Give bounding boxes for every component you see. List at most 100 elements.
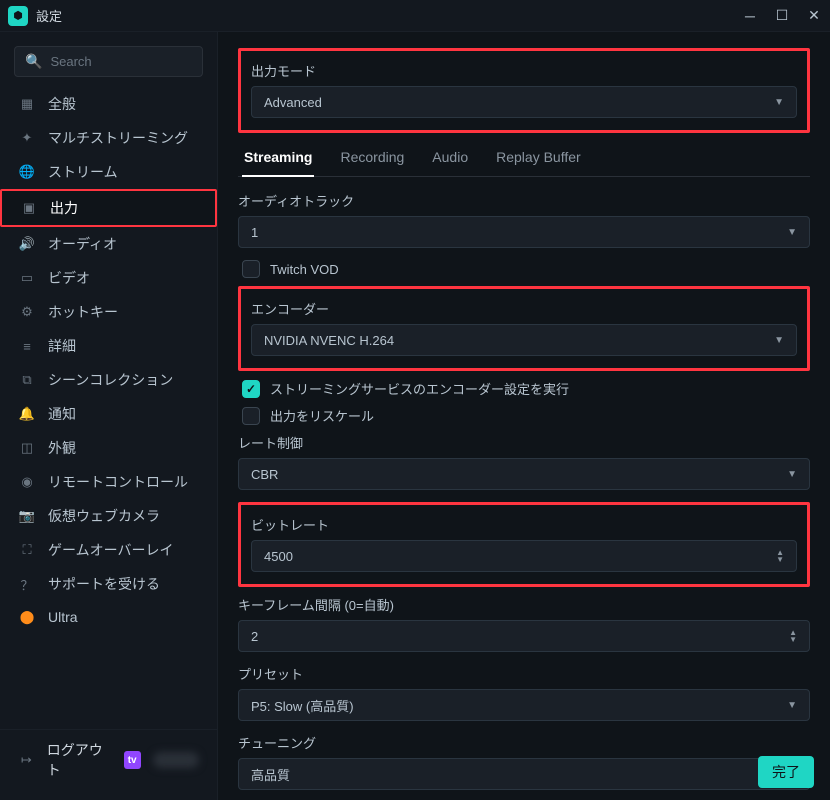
encoder-select[interactable]: NVIDIA NVENC H.264 ▼ [251,324,797,356]
sidebar-item-notifications[interactable]: 🔔 通知 [0,397,217,431]
sidebar-item-label: 全般 [48,94,76,114]
enforce-encoder-checkbox[interactable]: ✓ [242,380,260,398]
output-icon: ▣ [20,199,38,217]
sidebar-item-advanced[interactable]: ≡ 詳細 [0,329,217,363]
sidebar: 🔍 ▦ 全般 ✦ マルチストリーミング 🌐 ストリーム ▣ 出力 🔊 オー [0,32,218,800]
logout-label[interactable]: ログアウト [47,740,112,780]
scene-icon: ⧉ [18,371,36,389]
stepper-icon[interactable]: ▲▼ [789,629,797,643]
output-mode-value: Advanced [264,95,322,110]
rate-control-label: レート制御 [238,433,810,452]
sidebar-item-output[interactable]: ▣ 出力 [0,189,217,227]
output-mode-label: 出力モード [251,61,797,80]
preset-select[interactable]: P5: Slow (高品質) ▼ [238,689,810,721]
keyframe-label: キーフレーム間隔 (0=自動) [238,595,810,614]
sidebar-item-label: ビデオ [48,268,90,288]
sidebar-item-virtualcam[interactable]: 📷 仮想ウェブカメラ [0,499,217,533]
search-input[interactable] [50,54,192,69]
sidebar-item-label: シーンコレクション [48,370,173,390]
sidebar-item-general[interactable]: ▦ 全般 [0,87,217,121]
bell-icon: 🔔 [18,405,36,423]
bitrate-section: ビットレート 4500 ▲▼ [238,502,810,587]
sidebar-item-appearance[interactable]: ◫ 外観 [0,431,217,465]
rate-control-value: CBR [251,467,278,482]
gear-icon: ⚙ [18,303,36,321]
sidebar-item-hotkeys[interactable]: ⚙ ホットキー [0,295,217,329]
encoder-section: エンコーダー NVIDIA NVENC H.264 ▼ [238,286,810,371]
bitrate-input[interactable]: 4500 ▲▼ [251,540,797,572]
close-button[interactable]: ✕ [806,8,822,24]
tuning-section: チューニング 高品質 ▼ [238,733,810,790]
sidebar-item-label: 出力 [50,198,78,218]
audio-track-select[interactable]: 1 ▼ [238,216,810,248]
remote-icon: ◉ [18,473,36,491]
sidebar-item-support[interactable]: ？ サポートを受ける [0,567,217,601]
audio-icon: 🔊 [18,235,36,253]
overlay-icon: ⛶ [18,541,36,559]
sidebar-item-multistream[interactable]: ✦ マルチストリーミング [0,121,217,155]
stepper-icon[interactable]: ▲▼ [776,549,784,563]
tab-replay-buffer[interactable]: Replay Buffer [494,141,583,177]
done-button[interactable]: 完了 [758,756,814,788]
output-tabs: Streaming Recording Audio Replay Buffer [238,141,810,177]
twitch-vod-row[interactable]: Twitch VOD [238,260,810,278]
username-redacted [153,752,199,768]
keyframe-input[interactable]: 2 ▲▼ [238,620,810,652]
tab-audio[interactable]: Audio [430,141,470,177]
sidebar-item-video[interactable]: ▭ ビデオ [0,261,217,295]
sidebar-item-stream[interactable]: 🌐 ストリーム [0,155,217,189]
sidebar-item-audio[interactable]: 🔊 オーディオ [0,227,217,261]
rescale-row[interactable]: 出力をリスケール [238,406,810,425]
sidebar-item-label: ゲームオーバーレイ [48,540,173,560]
chevron-down-icon: ▼ [787,227,797,238]
help-icon: ？ [18,575,36,593]
sidebar-item-label: 仮想ウェブカメラ [48,506,160,526]
window-title: 設定 [36,6,742,25]
rescale-checkbox[interactable] [242,407,260,425]
audio-track-value: 1 [251,225,258,240]
sidebar-item-label: 詳細 [48,336,76,356]
tuning-select[interactable]: 高品質 ▼ [238,758,810,790]
preset-value: P5: Slow (高品質) [251,696,354,715]
search-box[interactable]: 🔍 [14,46,203,77]
camera-icon: 📷 [18,507,36,525]
search-icon: 🔍 [25,53,42,70]
sidebar-item-remote[interactable]: ◉ リモートコントロール [0,465,217,499]
maximize-button[interactable]: ☐ [774,8,790,24]
rate-control-select[interactable]: CBR ▼ [238,458,810,490]
logout-icon: ↦ [18,751,35,769]
sidebar-item-overlay[interactable]: ⛶ ゲームオーバーレイ [0,533,217,567]
sidebar-footer: ↦ ログアウト tv [0,729,217,790]
list-icon: ≡ [18,337,36,355]
chevron-down-icon: ▼ [787,700,797,711]
sidebar-items: ▦ 全般 ✦ マルチストリーミング 🌐 ストリーム ▣ 出力 🔊 オーディオ ▭ [0,87,217,729]
sidebar-item-label: ストリーム [48,162,118,182]
bitrate-label: ビットレート [251,515,797,534]
audio-track-label: オーディオトラック [238,191,810,210]
enforce-encoder-row[interactable]: ✓ ストリーミングサービスのエンコーダー設定を実行 [238,379,810,398]
star-icon: ✦ [18,129,36,147]
twitch-vod-checkbox[interactable] [242,260,260,278]
app-icon: ⬢ [8,6,28,26]
output-mode-select[interactable]: Advanced ▼ [251,86,797,118]
twitch-icon: tv [124,751,141,769]
sidebar-item-label: 外観 [48,438,76,458]
sidebar-item-label: リモートコントロール [48,472,188,492]
main-panel: 出力モード Advanced ▼ Streaming Recording Aud… [218,32,830,800]
minimize-button[interactable]: ─ [742,8,758,24]
encoder-value: NVIDIA NVENC H.264 [264,333,394,348]
tuning-value: 高品質 [251,765,290,784]
output-mode-section: 出力モード Advanced ▼ [238,48,810,133]
sidebar-item-ultra[interactable]: ⬤ Ultra [0,601,217,633]
sidebar-item-label: ホットキー [48,302,118,322]
audio-track-section: オーディオトラック 1 ▼ [238,191,810,248]
rescale-label: 出力をリスケール [270,406,374,425]
tab-recording[interactable]: Recording [338,141,406,177]
appearance-icon: ◫ [18,439,36,457]
tab-streaming[interactable]: Streaming [242,141,314,177]
window-controls: ─ ☐ ✕ [742,8,822,24]
sidebar-item-scenes[interactable]: ⧉ シーンコレクション [0,363,217,397]
chevron-down-icon: ▼ [787,469,797,480]
sidebar-item-label: サポートを受ける [48,574,160,594]
preset-label: プリセット [238,664,810,683]
